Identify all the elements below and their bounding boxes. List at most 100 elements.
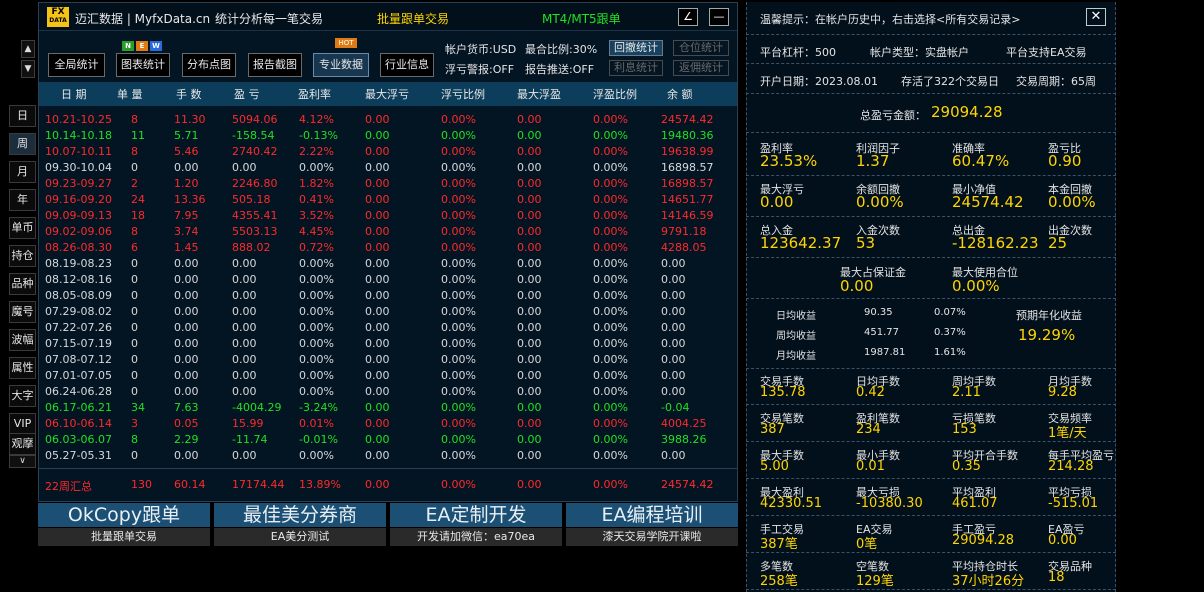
cell-balance: 0.00 <box>661 353 686 366</box>
table-row: 06.24-06.28 0 0.00 0.00 0.00% 0.00 0.00% 0.00 0.… <box>39 385 737 401</box>
promo-broker-title[interactable]: 最佳美分券商 <box>214 503 386 527</box>
total-pl-value: 29094.28 <box>931 103 1003 121</box>
table-row: 06.03-06.07 8 2.29 -11.74 -0.01% 0.00 0.00% 0.0… <box>39 433 737 449</box>
cell-float-profit-ratio: 0.00% <box>593 161 628 174</box>
metric-value: 42330.51 <box>760 496 823 511</box>
cell-float-profit-ratio: 0.00% <box>593 385 628 398</box>
metric-value: 258笔 <box>760 574 798 589</box>
cell-orders: 0 <box>131 337 138 350</box>
divider <box>746 404 1116 405</box>
large-font-button[interactable]: 大字 <box>9 385 36 407</box>
promo-broker-sub[interactable]: EA美分测试 <box>214 528 386 546</box>
metric-value: 0.00 <box>760 193 794 211</box>
metric-value: 214.28 <box>1048 459 1094 474</box>
cell-float-loss-ratio: 0.00% <box>441 321 476 334</box>
monthly-income-pct: 1.61% <box>934 347 966 358</box>
symbols-button[interactable]: 品种 <box>9 273 36 295</box>
cell-date: 06.17-06.21 <box>45 401 112 414</box>
cell-max-float-loss: 0.00 <box>365 257 390 270</box>
cell-orders: 0 <box>131 289 138 302</box>
cell-date: 08.05-08.09 <box>45 289 112 302</box>
cell-max-float-profit: 0.00 <box>517 193 542 206</box>
global-stats-button[interactable]: 全局统计 <box>48 53 105 77</box>
scroll-down-arrow-icon[interactable]: ▼ <box>21 60 35 78</box>
cell-float-profit-ratio: 0.00% <box>593 449 628 462</box>
cell-max-float-profit: 0.00 <box>517 161 542 174</box>
observe-button[interactable]: 观摩 <box>9 433 36 455</box>
attributes-button[interactable]: 属性 <box>9 357 36 379</box>
cell-lots: 1.20 <box>174 177 199 190</box>
summary-float-loss-ratio: 0.00% <box>441 478 476 491</box>
expand-chevron-icon[interactable]: ∨ <box>9 455 36 468</box>
chart-stats-button[interactable]: 图表统计 <box>116 53 170 77</box>
divider <box>746 216 1116 217</box>
cell-float-profit-ratio: 0.00% <box>593 209 628 222</box>
cell-max-float-loss: 0.00 <box>365 337 390 350</box>
cell-balance: 9791.18 <box>661 225 707 238</box>
period-month-button[interactable]: 月 <box>9 161 36 183</box>
table-row: 08.05-08.09 0 0.00 0.00 0.00% 0.00 0.00% 0.00 0.… <box>39 289 737 305</box>
cell-max-float-loss: 0.00 <box>365 225 390 238</box>
cell-date: 10.07-10.11 <box>45 145 112 158</box>
cell-profit-rate: 4.45% <box>299 225 334 238</box>
minimize-icon[interactable]: — <box>709 8 729 26</box>
cell-max-float-profit: 0.00 <box>517 321 542 334</box>
position-stats-button[interactable]: 仓位统计 <box>673 40 729 56</box>
distribution-chart-button[interactable]: 分布点图 <box>182 53 236 77</box>
pro-data-button[interactable]: 专业数据 <box>313 53 369 77</box>
promo-ea-dev-title[interactable]: EA定制开发 <box>390 503 562 527</box>
metric-value: 37小时26分 <box>952 574 1025 589</box>
magic-number-button[interactable]: 魔号 <box>9 301 36 323</box>
edit-icon[interactable]: ∠ <box>678 8 698 26</box>
cell-max-float-profit: 0.00 <box>517 273 542 286</box>
volatility-button[interactable]: 波幅 <box>9 329 36 351</box>
metric-value: 2.11 <box>952 385 981 400</box>
withdraw-stats-button[interactable]: 回撤统计 <box>609 40 663 56</box>
weekly-income-amount: 451.77 <box>864 327 899 338</box>
cell-float-loss-ratio: 0.00% <box>441 417 476 430</box>
cell-max-float-profit: 0.00 <box>517 225 542 238</box>
vip-button[interactable]: VIP <box>9 413 36 435</box>
cell-max-float-loss: 0.00 <box>365 273 390 286</box>
period-day-button[interactable]: 日 <box>9 105 36 127</box>
cell-date: 08.26-08.30 <box>45 241 112 254</box>
cell-float-profit-ratio: 0.00% <box>593 257 628 270</box>
cell-date: 06.03-06.07 <box>45 433 112 446</box>
positions-button[interactable]: 持仓 <box>9 245 36 267</box>
close-icon[interactable]: ✕ <box>1086 8 1106 26</box>
period-year-button[interactable]: 年 <box>9 189 36 211</box>
scroll-up-arrow-icon[interactable]: ▲ <box>21 40 35 58</box>
cell-lots: 0.00 <box>174 321 199 334</box>
cell-lots: 0.00 <box>174 257 199 270</box>
cell-float-profit-ratio: 0.00% <box>593 177 628 190</box>
promo-okcopy-title[interactable]: OkCopy跟单 <box>38 503 210 527</box>
daily-income-label: 日均收益 <box>776 311 816 322</box>
cell-pl: -4004.29 <box>232 401 282 414</box>
cell-date: 09.16-09.20 <box>45 193 112 206</box>
rebate-stats-button[interactable]: 返佣统计 <box>673 60 729 76</box>
metric-value: 461.07 <box>952 496 998 511</box>
metric-value: 60.47% <box>952 152 1010 170</box>
promo-ea-training-sub[interactable]: 漆天交易学院开课啦 <box>566 528 738 546</box>
promo-ea-dev-sub[interactable]: 开发请加微信：ea70ea <box>390 528 562 546</box>
cell-profit-rate: -0.01% <box>299 433 338 446</box>
industry-info-button[interactable]: 行业信息 <box>380 53 434 77</box>
summary-max-float-loss: 0.00 <box>365 478 390 491</box>
promo-okcopy-sub[interactable]: 批量跟单交易 <box>38 528 210 546</box>
cell-profit-rate: 0.72% <box>299 241 334 254</box>
header-date: 日 期 <box>61 88 87 101</box>
mt-copy-link[interactable]: MT4/MT5跟单 <box>542 10 621 27</box>
new-badge-w: W <box>150 41 162 51</box>
cell-float-loss-ratio: 0.00% <box>441 449 476 462</box>
promo-ea-training-title[interactable]: EA编程培训 <box>566 503 738 527</box>
table-row: 09.16-09.20 24 13.36 505.18 0.41% 0.00 0.00% 0.… <box>39 193 737 209</box>
interest-stats-button[interactable]: 利息统计 <box>609 60 663 76</box>
period-week-button[interactable]: 周 <box>9 133 36 155</box>
cell-max-float-loss: 0.00 <box>365 129 390 142</box>
single-currency-button[interactable]: 单币 <box>9 217 36 239</box>
cell-float-profit-ratio: 0.00% <box>593 145 628 158</box>
cell-max-float-profit: 0.00 <box>517 209 542 222</box>
batch-copy-link[interactable]: 批量跟单交易 <box>377 10 449 27</box>
cell-max-float-loss: 0.00 <box>365 145 390 158</box>
report-screenshot-button[interactable]: 报告截图 <box>248 53 302 77</box>
